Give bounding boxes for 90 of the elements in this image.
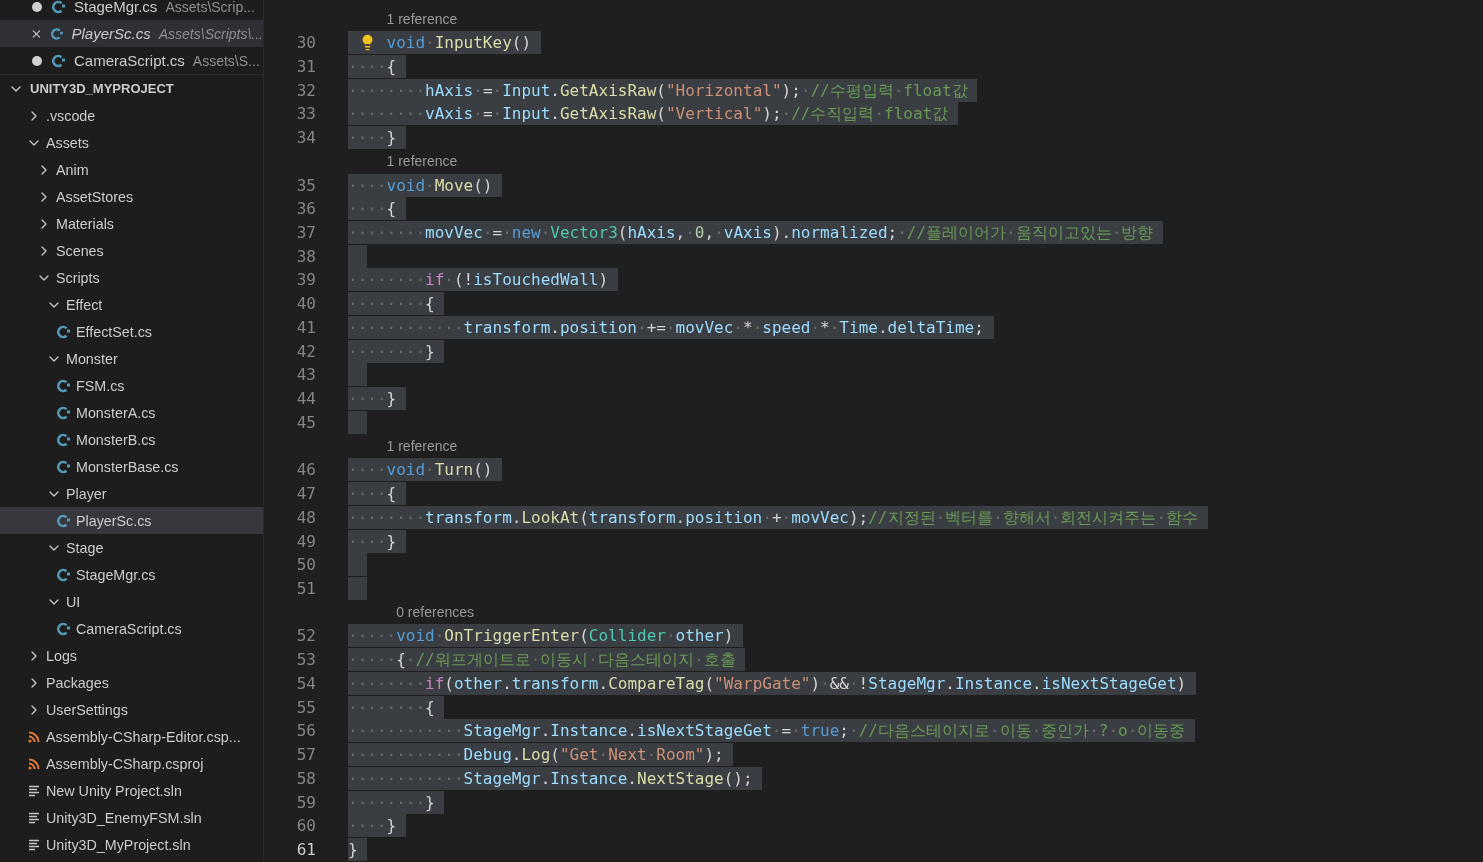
tree-item[interactable]: PlayerSc.cs	[0, 507, 263, 534]
file-icon	[52, 0, 66, 14]
line-number: 51	[295, 579, 317, 598]
tree-item[interactable]: .vscode	[0, 102, 263, 129]
line-number: 53	[295, 650, 317, 670]
line-number: 52	[295, 626, 317, 646]
file-icon	[57, 405, 71, 420]
codelens-link[interactable]: 1 reference	[386, 10, 458, 27]
line-number: 33	[295, 104, 317, 124]
open-editor-item[interactable]: StageMgr.cs Assets\Scrip...	[0, 0, 263, 20]
file-icon	[57, 459, 71, 474]
file-icon	[57, 378, 71, 393]
tree-item[interactable]: Scripts	[0, 264, 263, 291]
tree-item[interactable]: AssetStores	[0, 183, 263, 210]
lines-icon	[28, 811, 40, 824]
line-number: 50	[295, 555, 317, 575]
file-name: CameraScript.cs	[74, 52, 185, 69]
file-path: Assets\Scrip...	[165, 0, 255, 15]
tree-item[interactable]: Assets	[0, 129, 263, 156]
line-number: 42	[295, 341, 317, 361]
line-number: 54	[295, 673, 317, 693]
line-number: 57	[295, 745, 317, 765]
file-icon	[57, 513, 71, 528]
line-number: 41	[295, 317, 317, 337]
line-number: 46	[295, 460, 317, 480]
tree-item[interactable]: Stage	[0, 534, 263, 561]
open-editor-item[interactable]: CameraScript.cs Assets\S...	[0, 47, 263, 74]
file-name: StageMgr.cs	[74, 0, 158, 15]
tree-item[interactable]: UI	[0, 588, 263, 615]
tree-item[interactable]: UserSettings	[0, 696, 263, 723]
tree-item[interactable]: Unity3D_MyProject.sln	[0, 831, 263, 858]
line-number: 58	[295, 768, 317, 788]
rss-icon	[28, 757, 40, 770]
tree-item[interactable]: MonsterBase.cs	[0, 453, 263, 480]
open-editor-item[interactable]: PlayerSc.cs Assets\Scripts\...	[0, 20, 263, 47]
line-number: 55	[295, 697, 317, 717]
line-number: 31	[295, 56, 317, 76]
line-number: 60	[295, 816, 317, 836]
file-icon	[57, 567, 71, 582]
tree-item[interactable]: Effect	[0, 291, 263, 318]
file-name: PlayerSc.cs	[71, 25, 151, 42]
file-path: Assets\S...	[192, 52, 260, 69]
file-icon	[57, 621, 71, 636]
tree-item[interactable]: MonsterA.cs	[0, 399, 263, 426]
file-path: Assets\Scripts\...	[158, 25, 263, 42]
file-icon	[52, 53, 66, 68]
lines-icon	[28, 838, 40, 851]
tree-item[interactable]: Anim	[0, 156, 263, 183]
tree-item[interactable]: Monster	[0, 345, 263, 372]
line-number: 59	[295, 792, 317, 812]
line-number: 44	[295, 389, 317, 409]
tree-item[interactable]: Assembly-CSharp-Editor.csp...	[0, 723, 263, 750]
line-number: 30	[295, 33, 317, 53]
tree-item[interactable]: Scenes	[0, 237, 263, 264]
tree-item[interactable]: Unity3D_EnemyFSM.sln	[0, 804, 263, 831]
tree-item[interactable]: FSM.cs	[0, 372, 263, 399]
tree-item[interactable]: New Unity Project.sln	[0, 777, 263, 804]
line-number: 40	[295, 294, 317, 314]
line-number: 38	[295, 246, 317, 266]
line-number: 47	[295, 484, 317, 504]
codelens-link[interactable]: 1 reference	[386, 438, 458, 455]
file-icon	[50, 26, 64, 41]
line-number: 45	[295, 412, 317, 432]
line-number: 36	[295, 199, 317, 219]
file-icon	[57, 432, 71, 447]
tree-item[interactable]: CameraScript.cs	[0, 615, 263, 642]
line-number: 35	[295, 175, 317, 195]
file-icon	[57, 324, 71, 339]
codelens-link[interactable]: 1 reference	[386, 153, 458, 170]
line-number: 48	[295, 507, 317, 527]
tree-item[interactable]: Assembly-CSharp.csproj	[0, 750, 263, 777]
tree-item[interactable]: Logs	[0, 642, 263, 669]
line-number: 39	[295, 270, 317, 290]
line-number: 32	[295, 80, 317, 100]
rss-icon	[28, 730, 40, 743]
line-number: 56	[295, 721, 317, 741]
tree-item[interactable]: StageMgr.cs	[0, 561, 263, 588]
line-number: 49	[295, 531, 317, 551]
tree-item[interactable]: Materials	[0, 210, 263, 237]
tree-item[interactable]: Player	[0, 480, 263, 507]
tree-item[interactable]: MonsterB.cs	[0, 426, 263, 453]
tree-item[interactable]: EffectSet.cs	[0, 318, 263, 345]
lines-icon	[28, 784, 40, 797]
line-number: 61	[295, 840, 317, 860]
line-number: 34	[295, 128, 317, 148]
folder-header[interactable]: UNITY3D_MYPROJECT	[0, 74, 263, 102]
line-number: 37	[295, 222, 317, 242]
codelens-link[interactable]: 0 references	[396, 604, 474, 621]
line-number: 43	[295, 365, 317, 385]
tree-item[interactable]: Packages	[0, 669, 263, 696]
